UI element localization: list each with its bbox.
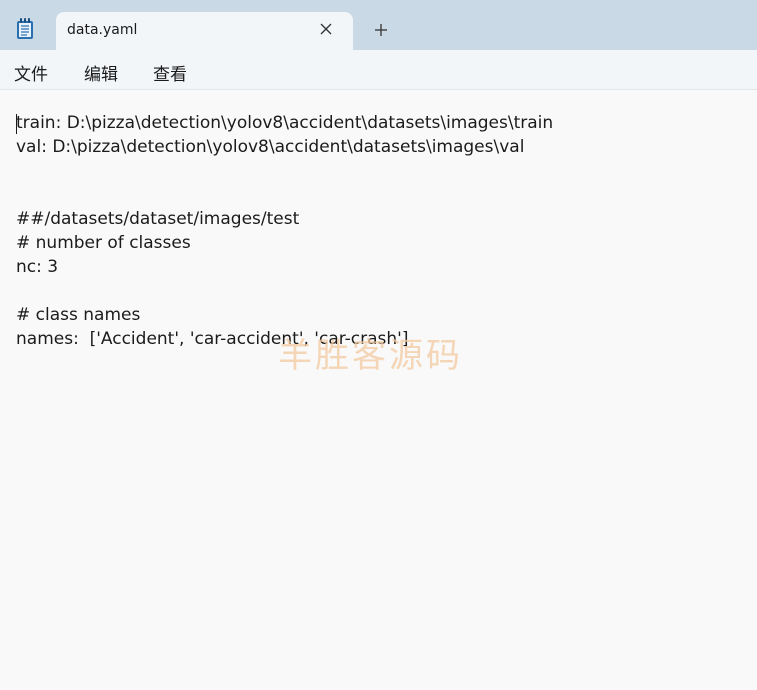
editor-line: nc: 3 [16, 257, 59, 277]
editor-line: # class names [16, 305, 141, 325]
watermark: 羊胜客源码 [278, 336, 463, 376]
menu-bar: 文件 编辑 查看 [0, 50, 757, 90]
plus-icon[interactable] [374, 23, 388, 37]
editor-line: train: D:\pizza\detection\yolov8\acciden… [16, 113, 554, 133]
close-icon[interactable] [319, 22, 333, 36]
menu-edit[interactable]: 编辑 [84, 60, 118, 85]
editor-line: ##/datasets/dataset/images/test [16, 209, 300, 229]
menu-view[interactable]: 查看 [153, 60, 187, 85]
tab-data-yaml[interactable]: data.yaml [56, 12, 353, 50]
editor-line: # number of classes [16, 233, 191, 253]
text-editor[interactable]: train: D:\pizza\detection\yolov8\acciden… [0, 90, 757, 690]
notepad-icon [17, 18, 33, 39]
title-bar: data.yaml [0, 0, 757, 50]
editor-line: val: D:\pizza\detection\yolov8\accident\… [16, 137, 525, 157]
tab-title: data.yaml [67, 22, 138, 38]
menu-file[interactable]: 文件 [14, 60, 48, 85]
